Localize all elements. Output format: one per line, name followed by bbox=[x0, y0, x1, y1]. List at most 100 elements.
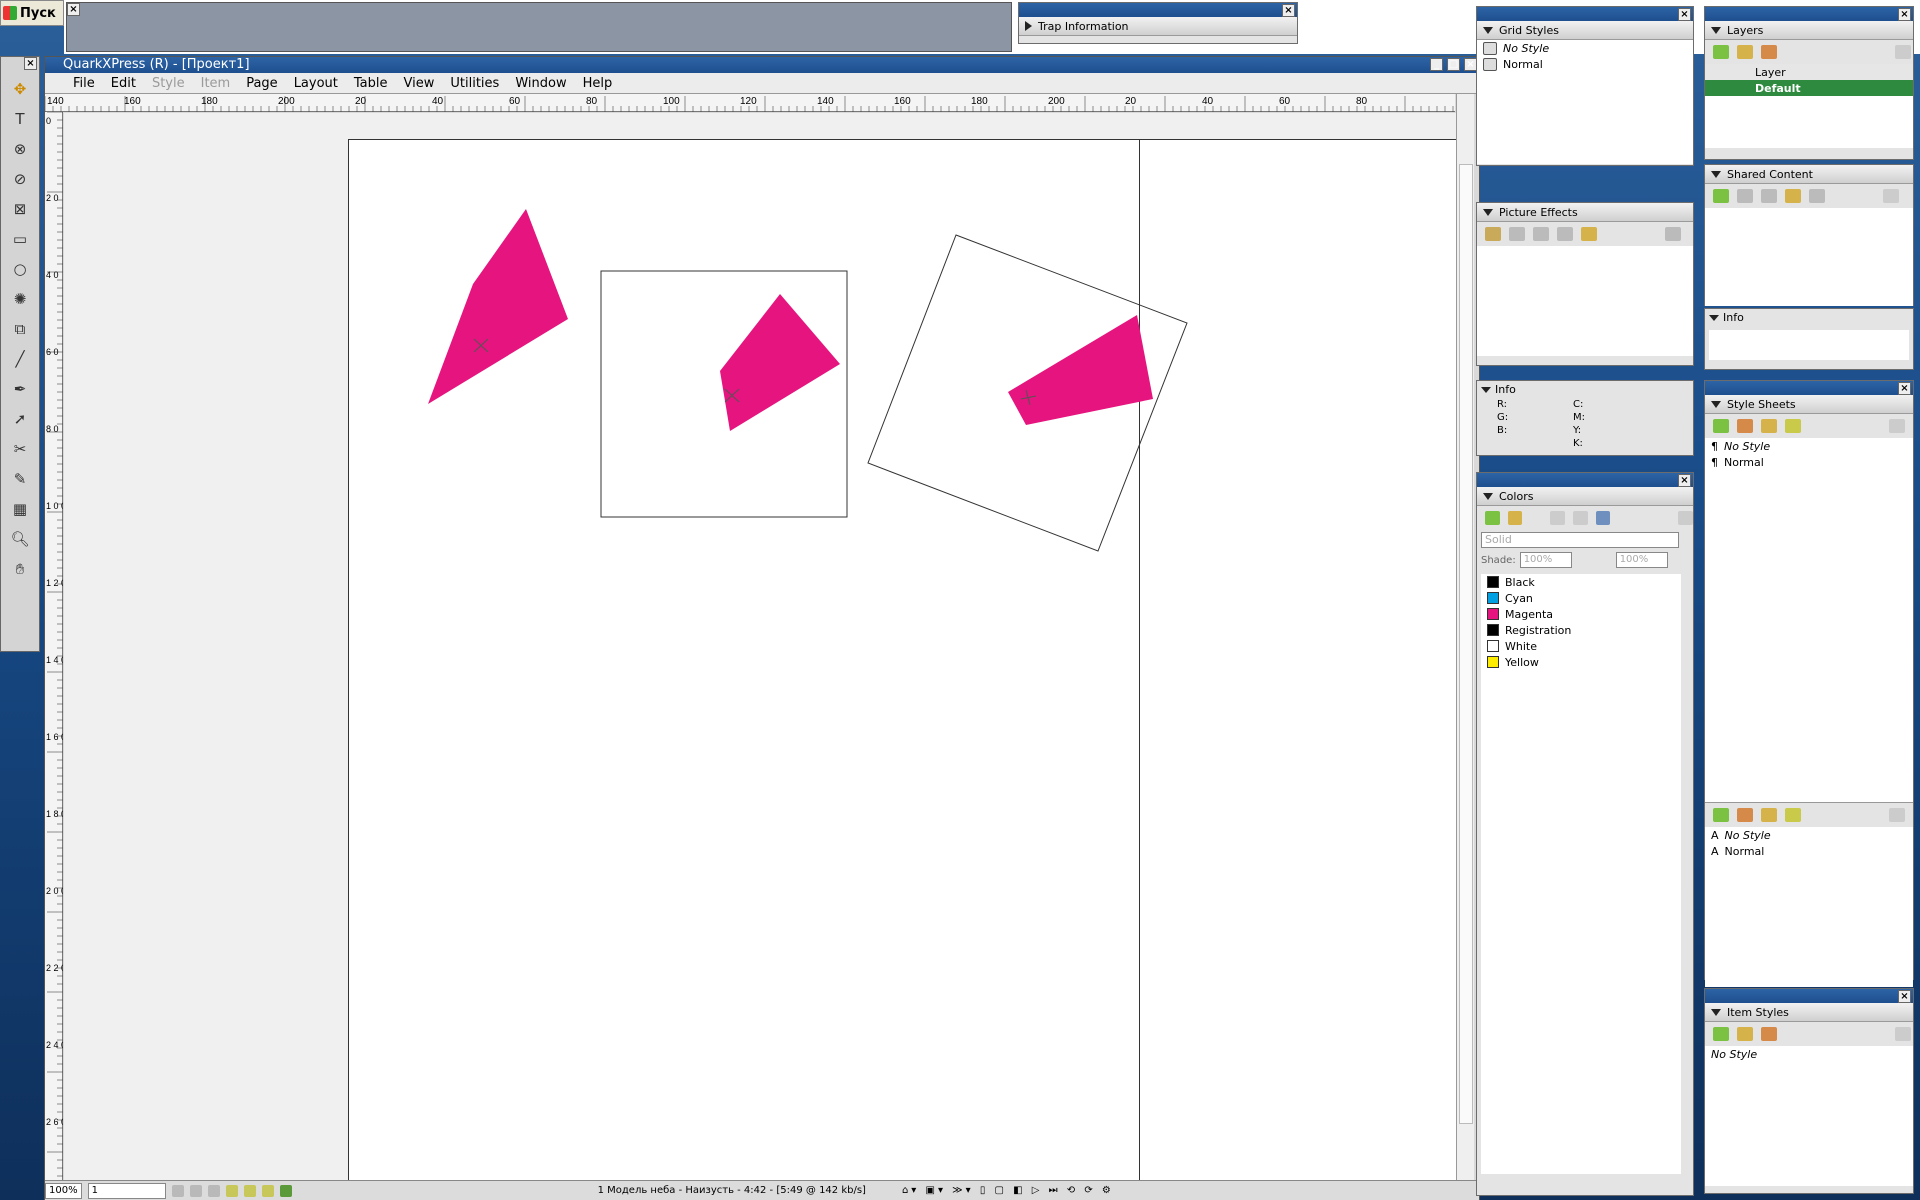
grid-style-row[interactable]: No Style bbox=[1477, 40, 1693, 56]
delete-icon[interactable] bbox=[1883, 189, 1899, 203]
delete-icon[interactable] bbox=[1678, 511, 1694, 525]
character-style-row[interactable]: A No Style bbox=[1705, 827, 1913, 843]
composition-zone-tool-icon[interactable]: ⧉ bbox=[6, 317, 34, 341]
preset-icon[interactable] bbox=[1533, 227, 1549, 241]
edit-icon[interactable] bbox=[1785, 189, 1801, 203]
export-icon[interactable] bbox=[279, 1184, 292, 1197]
magenta-shape-3[interactable] bbox=[1008, 315, 1153, 425]
delete-icon[interactable] bbox=[1889, 808, 1905, 822]
shade-field[interactable]: 100% bbox=[1519, 552, 1572, 568]
close-icon[interactable]: × bbox=[1282, 4, 1295, 17]
scrollbar-thumb[interactable] bbox=[1459, 164, 1473, 1124]
maximize-icon[interactable]: □ bbox=[1447, 58, 1460, 71]
close-icon[interactable]: × bbox=[1678, 8, 1691, 21]
edit-color-icon[interactable] bbox=[1507, 511, 1523, 525]
edit-style-icon[interactable] bbox=[1761, 808, 1777, 822]
item-style-row[interactable]: No Style bbox=[1705, 1046, 1913, 1062]
vertical-scrollbar[interactable] bbox=[1456, 94, 1474, 1184]
palette-titlebar[interactable]: × bbox=[1705, 7, 1913, 21]
duplicate-style-icon[interactable] bbox=[1737, 808, 1753, 822]
start-button[interactable]: Пуск bbox=[0, 0, 64, 26]
item-styles-header[interactable]: Item Styles bbox=[1705, 1003, 1913, 1022]
menu-item-style[interactable]: Style bbox=[152, 76, 185, 91]
page-field[interactable]: 1 bbox=[87, 1182, 166, 1199]
palette-titlebar[interactable]: × bbox=[1705, 989, 1913, 1003]
picture-content-tool-icon[interactable]: ⊠ bbox=[6, 197, 34, 221]
delete-icon[interactable] bbox=[1889, 419, 1905, 433]
layers-header[interactable]: Layers bbox=[1705, 21, 1913, 40]
colors-header[interactable]: Colors bbox=[1477, 487, 1693, 506]
collapse-arrow-icon[interactable] bbox=[1483, 26, 1493, 34]
pan-tool-icon[interactable]: ✋︎ bbox=[6, 557, 34, 581]
close-icon[interactable]: × bbox=[24, 57, 37, 70]
close-icon[interactable]: × bbox=[1898, 990, 1911, 1003]
grid-styles-header[interactable]: Grid Styles bbox=[1477, 21, 1693, 40]
text-content-tool-icon[interactable]: T bbox=[6, 107, 34, 131]
text-linking-tool-icon[interactable]: ⊗ bbox=[6, 137, 34, 161]
menu-item-item[interactable]: Item bbox=[201, 76, 231, 91]
frame-icon[interactable] bbox=[1550, 511, 1566, 525]
oval-box-tool-icon[interactable]: ○ bbox=[6, 257, 34, 281]
line-tool-icon[interactable]: ╱ bbox=[6, 347, 34, 371]
folder-icon[interactable] bbox=[1737, 189, 1753, 203]
shared-content-header[interactable]: Shared Content bbox=[1705, 165, 1913, 184]
layout-icon[interactable] bbox=[261, 1184, 274, 1197]
menu-item-page[interactable]: Page bbox=[246, 76, 277, 91]
new-item-style-icon[interactable] bbox=[1713, 1027, 1729, 1041]
layer-row-default[interactable]: Default bbox=[1705, 80, 1913, 96]
delete-icon[interactable] bbox=[1895, 1027, 1911, 1041]
color-list[interactable]: Black Cyan Magenta Registration White Yellow bbox=[1481, 574, 1681, 1174]
edit-style-icon[interactable] bbox=[1737, 1027, 1753, 1041]
page-prev-icon[interactable] bbox=[189, 1184, 202, 1197]
edit-icon[interactable] bbox=[1581, 227, 1597, 241]
update-style-icon[interactable] bbox=[1785, 808, 1801, 822]
update-style-icon[interactable] bbox=[1785, 419, 1801, 433]
color-row[interactable]: Cyan bbox=[1481, 590, 1681, 606]
color-row[interactable]: Magenta bbox=[1481, 606, 1681, 622]
scissors-tool-icon[interactable]: ✂ bbox=[6, 437, 34, 461]
pasteboard[interactable] bbox=[64, 113, 1456, 1184]
window-titlebar[interactable]: QuarkXPress (R) - [Проект1] _ □ × bbox=[45, 57, 1479, 73]
duplicate-style-icon[interactable] bbox=[1737, 419, 1753, 433]
menu-item-edit[interactable]: Edit bbox=[111, 76, 136, 91]
menu-item-window[interactable]: Window bbox=[515, 76, 566, 91]
media-controls[interactable]: ⌂▾ ▣▾ ≫▾ ▯ ▢ ◧ ▷ ⏭ ⟲ ⟳ ⚙ bbox=[902, 1185, 1114, 1196]
table-tool-icon[interactable]: ▦ bbox=[6, 497, 34, 521]
close-icon[interactable]: × bbox=[1898, 8, 1911, 21]
menu-item-utilities[interactable]: Utilities bbox=[450, 76, 499, 91]
minimize-icon[interactable]: _ bbox=[1430, 58, 1443, 71]
rectangle-box-tool-icon[interactable]: ▭ bbox=[6, 227, 34, 251]
trap-information-header[interactable]: Trap Information bbox=[1019, 17, 1297, 36]
page-next-icon[interactable] bbox=[207, 1184, 220, 1197]
select-point-tool-icon[interactable]: ➚ bbox=[6, 407, 34, 431]
opacity-field[interactable]: 100% bbox=[1615, 552, 1668, 568]
palette-titlebar[interactable]: × bbox=[1019, 3, 1297, 17]
palette-titlebar[interactable]: × bbox=[1477, 7, 1693, 21]
picture-effects-list[interactable] bbox=[1477, 246, 1693, 356]
edit-style-icon[interactable] bbox=[1761, 419, 1777, 433]
freehand-tool-icon[interactable]: ✎ bbox=[6, 467, 34, 491]
magenta-shape-2[interactable] bbox=[720, 294, 840, 431]
color-mode-select[interactable]: Solid bbox=[1481, 532, 1679, 548]
split-view-icon[interactable] bbox=[243, 1184, 256, 1197]
horizontal-ruler[interactable]: 140 160 180 200 20 40 60 80 100 120 140 160 180 200 20… bbox=[44, 94, 1455, 112]
shared-content-list[interactable] bbox=[1705, 208, 1913, 306]
expand-arrow-icon[interactable] bbox=[1025, 21, 1032, 31]
palette-titlebar[interactable]: × bbox=[1705, 381, 1913, 395]
menu-item-layout[interactable]: Layout bbox=[294, 76, 338, 91]
zoom-field[interactable]: 100% bbox=[45, 1182, 82, 1199]
grid-style-row[interactable]: Normal bbox=[1477, 56, 1693, 72]
menu-item-file[interactable]: File bbox=[73, 76, 95, 91]
new-layer-icon[interactable] bbox=[1713, 45, 1729, 59]
filter-icon[interactable] bbox=[1509, 227, 1525, 241]
picture-effects-header[interactable]: Picture Effects bbox=[1477, 203, 1693, 222]
vertical-ruler[interactable]: 0 2 0 4 0 6 0 8 0 1 0 0 1 2 0 1 4 0 1 6 0 1 8 0 2 … bbox=[45, 111, 66, 1184]
collapse-arrow-icon[interactable] bbox=[1711, 1008, 1721, 1016]
sync-icon[interactable] bbox=[1761, 189, 1777, 203]
picture-icon[interactable] bbox=[1573, 511, 1588, 525]
paragraph-style-row[interactable]: ¶ Normal bbox=[1705, 454, 1913, 470]
color-row[interactable]: Yellow bbox=[1481, 654, 1681, 670]
edit-layer-icon[interactable] bbox=[1737, 45, 1753, 59]
delete-icon[interactable] bbox=[1665, 227, 1681, 241]
item-tool-icon[interactable]: ✥ bbox=[6, 77, 34, 101]
